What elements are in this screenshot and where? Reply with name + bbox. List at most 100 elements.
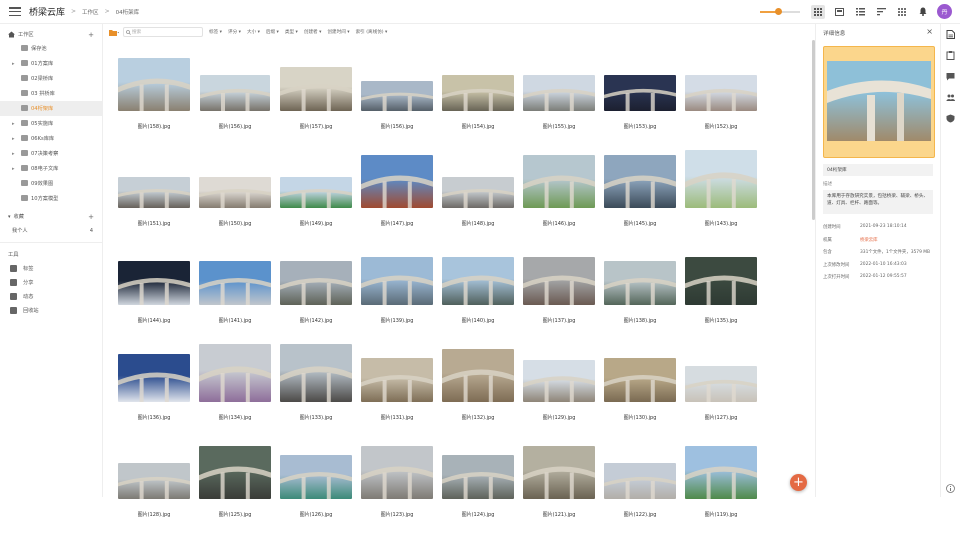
close-icon[interactable]: × [926,27,933,36]
file-item[interactable]: 图片(158).jpg [117,51,191,149]
file-thumbnail[interactable] [118,463,190,499]
folder-name-field[interactable]: 04桁架库 [823,164,933,176]
file-thumbnail[interactable] [361,257,433,305]
sidebar-folder[interactable]: 03 拱桥库 [0,86,102,101]
sidebar-folder[interactable]: ▸ 07决策考察 [0,146,102,161]
file-item[interactable]: 图片(146).jpg [522,148,596,246]
add-favorite-icon[interactable]: + [88,213,94,221]
sidebar-folder[interactable]: ▸ 05实施库 [0,116,102,131]
file-thumbnail[interactable] [118,177,190,208]
file-thumbnail[interactable] [442,257,514,305]
file-item[interactable]: 图片(131).jpg [360,342,434,440]
sidebar-folder[interactable]: 10方案模型 [0,191,102,206]
sidebar-folder[interactable]: ▸ 06Ks库库 [0,131,102,146]
file-thumbnail[interactable] [118,58,190,111]
file-item[interactable]: 图片(156).jpg [198,51,272,149]
file-thumbnail[interactable] [442,75,514,111]
file-thumbnail[interactable] [604,358,676,402]
file-item[interactable]: 图片(142).jpg [279,245,353,343]
file-item[interactable]: 图片(153).jpg [603,51,677,149]
favorite-item[interactable]: 我个人 4 [0,223,102,238]
expand-icon[interactable]: ▸ [12,136,15,142]
file-thumbnail[interactable] [604,261,676,305]
file-item[interactable]: 图片(145).jpg [603,148,677,246]
card-view-button[interactable] [832,5,846,19]
file-item[interactable]: 图片(121).jpg [522,439,596,537]
file-thumbnail[interactable] [199,177,271,208]
info-icon[interactable] [946,484,955,493]
sidebar-folder[interactable]: ▸ 08电子文库 [0,161,102,176]
file-thumbnail[interactable] [361,155,433,208]
filter-dropdown[interactable]: 标签 ▾ [209,29,222,35]
sidebar-folder[interactable]: ▸ 01方案库 [0,56,102,71]
file-item[interactable]: 图片(139).jpg [360,245,434,343]
file-item[interactable]: 图片(123).jpg [360,439,434,537]
file-thumbnail[interactable] [685,257,757,305]
expand-icon[interactable]: ▸ [12,151,15,157]
file-item[interactable]: 图片(128).jpg [117,439,191,537]
file-thumbnail[interactable] [442,349,514,402]
file-item[interactable]: 图片(151).jpg [117,148,191,246]
add-folder-icon[interactable]: + [88,31,94,39]
file-thumbnail[interactable] [523,155,595,208]
file-item[interactable]: 图片(122).jpg [603,439,677,537]
file-thumbnail[interactable] [361,446,433,499]
file-thumbnail[interactable] [199,446,271,499]
file-thumbnail[interactable] [200,75,270,111]
sort-button[interactable] [874,5,888,19]
filter-dropdown[interactable]: 创建时间 ▾ [327,29,349,35]
file-thumbnail[interactable] [442,455,514,499]
file-item[interactable]: 图片(147).jpg [360,148,434,246]
filter-dropdown[interactable]: 索引 (离线仿) ▾ [356,29,388,35]
breadcrumb-root[interactable]: 工作区 [82,8,99,16]
sidebar-tool[interactable]: 回收站 [0,303,102,317]
notification-button[interactable] [916,5,930,19]
filter-dropdown[interactable]: 大小 ▾ [247,29,260,35]
folder-filter-icon[interactable] [109,29,119,36]
list-view-button[interactable] [853,5,867,19]
file-item[interactable]: 图片(152).jpg [684,51,758,149]
expand-icon[interactable]: ▸ [12,121,15,127]
file-item[interactable]: 图片(132).jpg [441,342,515,440]
file-thumbnail[interactable] [118,261,190,305]
file-item[interactable]: 图片(124).jpg [441,439,515,537]
expand-icon[interactable]: ▸ [12,166,15,172]
file-item[interactable]: 图片(149).jpg [279,148,353,246]
sidebar-tool[interactable]: 分享 [0,275,102,289]
file-thumbnail[interactable] [604,75,676,111]
description-field[interactable]: 本库用于存放研究实景，包括桥梁、辅梁、桥头、道、灯具、栏杆、路面等。 [823,190,933,214]
add-button[interactable]: + [790,474,807,491]
file-item[interactable]: 图片(134).jpg [198,342,272,440]
file-item[interactable]: 图片(129).jpg [522,342,596,440]
sidebar-tool[interactable]: 动态 [0,289,102,303]
file-item[interactable]: 图片(130).jpg [603,342,677,440]
sidebar-folder[interactable]: 保存池 [0,41,102,56]
file-thumbnail[interactable] [523,360,595,402]
file-item[interactable]: 图片(125).jpg [198,439,272,537]
file-thumbnail[interactable] [280,344,352,402]
file-item[interactable]: 图片(150).jpg [198,148,272,246]
file-thumbnail[interactable] [199,261,271,305]
file-item[interactable]: 图片(156).jpg [360,51,434,149]
file-item[interactable]: 图片(148).jpg [441,148,515,246]
file-item[interactable]: 图片(119).jpg [684,439,758,537]
expand-icon[interactable]: ▸ [12,61,15,67]
file-thumbnail[interactable] [280,177,352,208]
sidebar-folder[interactable]: 04桁架库 [0,101,102,116]
file-item[interactable]: 图片(126).jpg [279,439,353,537]
zoom-slider-knob[interactable] [774,8,782,15]
file-item[interactable]: 图片(133).jpg [279,342,353,440]
grid-view-button[interactable] [811,4,825,19]
file-item[interactable]: 图片(157).jpg [279,51,353,149]
file-thumbnail[interactable] [361,358,433,402]
file-thumbnail[interactable] [685,366,757,402]
clipboard-icon[interactable] [946,51,955,60]
file-item[interactable]: 图片(138).jpg [603,245,677,343]
file-thumbnail[interactable] [685,446,757,499]
file-thumbnail[interactable] [280,261,352,305]
file-item[interactable]: 图片(140).jpg [441,245,515,343]
file-item[interactable]: 图片(143).jpg [684,148,758,246]
file-thumbnail[interactable] [685,75,757,111]
people-icon[interactable] [946,93,955,102]
sidebar-folder[interactable]: 02梁桥库 [0,71,102,86]
